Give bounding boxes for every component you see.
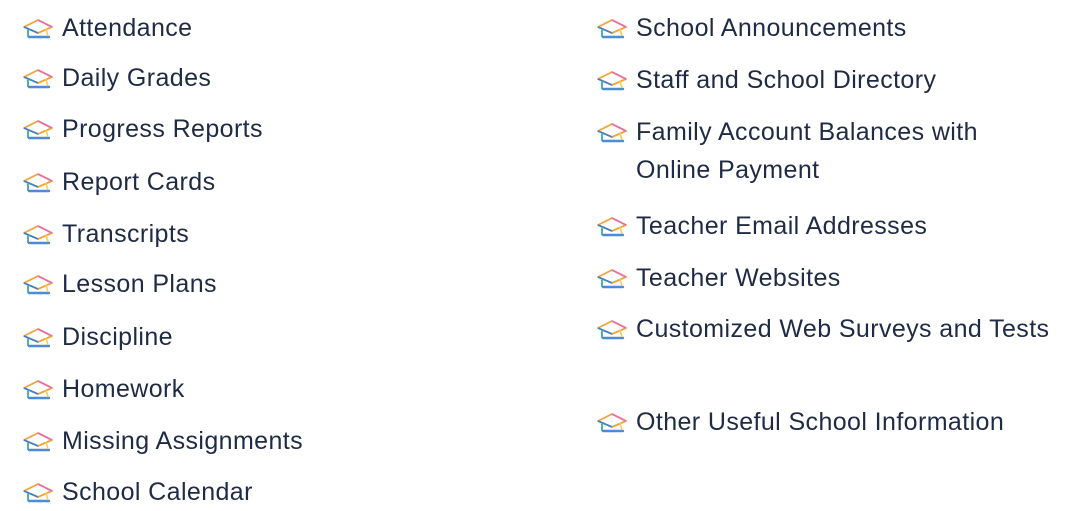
graduation-cap-icon [596,411,628,435]
list-item: Customized Web Surveys and Tests [596,310,1056,348]
graduation-cap-icon [22,326,54,350]
graduation-cap-icon [22,118,54,142]
list-item: Progress Reports [22,110,263,148]
graduation-cap-icon [22,171,54,195]
list-item-label: Progress Reports [62,115,263,143]
graduation-cap-icon [596,318,628,342]
graduation-cap-icon [22,17,54,41]
list-item: Other Useful School Information [596,403,1056,441]
list-item-label: Customized Web Surveys and Tests [636,315,1050,343]
list-item-label: Teacher Websites [636,264,841,292]
list-item: Family Account Balances with Online Paym… [596,113,1056,189]
list-item: Homework [22,370,185,408]
list-item-label: Teacher Email Addresses [636,212,928,240]
list-item-label: Daily Grades [62,64,212,92]
list-item: Teacher Email Addresses [596,207,1056,245]
list-item: Attendance [22,9,193,47]
graduation-cap-icon [22,378,54,402]
list-item: Daily Grades [22,59,211,97]
list-item-label: Transcripts [62,220,190,248]
graduation-cap-icon [596,215,628,239]
list-item-label: Lesson Plans [62,270,217,298]
list-item-label: Missing Assignments [62,427,304,455]
graduation-cap-icon [22,273,54,297]
list-item-label: School Calendar [62,478,253,506]
list-item: Staff and School Directory [596,61,1056,99]
list-item: Missing Assignments [22,422,303,460]
list-item-label: Other Useful School Information [636,408,1005,436]
list-item-label: School Announcements [636,14,907,42]
list-item: Discipline [22,318,173,356]
graduation-cap-icon [596,267,628,291]
list-item: Teacher Websites [596,259,1056,297]
graduation-cap-icon [596,121,628,145]
list-item-label: Attendance [62,14,193,42]
list-item-label: Discipline [62,323,173,351]
list-item: Report Cards [22,163,215,201]
list-item-label: Report Cards [62,168,216,196]
graduation-cap-icon [22,67,54,91]
list-item-label: Staff and School Directory [636,66,937,94]
graduation-cap-icon [22,223,54,247]
list-item: School Calendar [22,473,253,511]
list-item: School Announcements [596,9,1056,47]
list-item: Lesson Plans [22,265,217,303]
list-item: Transcripts [22,215,189,253]
list-item-label: Homework [62,375,185,403]
graduation-cap-icon [22,430,54,454]
graduation-cap-icon [22,481,54,505]
graduation-cap-icon [596,17,628,41]
list-item-label: Family Account Balances with Online Paym… [636,118,978,184]
graduation-cap-icon [596,69,628,93]
